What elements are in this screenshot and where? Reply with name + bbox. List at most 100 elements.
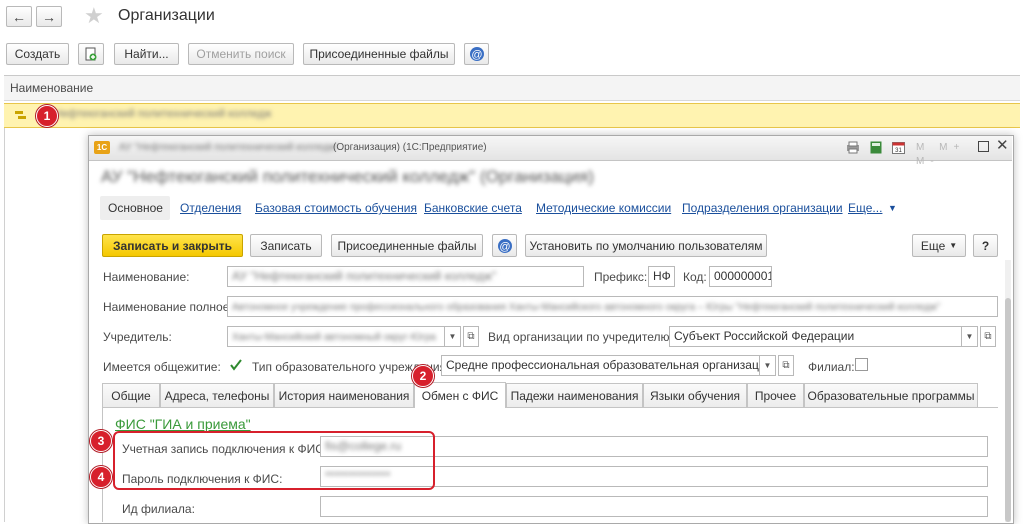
edutype-open-button[interactable]: ⧉	[778, 355, 794, 376]
form-heading: АУ "Нефтеюганский политехнический коллед…	[101, 167, 594, 186]
nav-more-link[interactable]: Еще...	[848, 201, 882, 215]
attached-files-button[interactable]: Присоединенные файлы	[303, 43, 455, 65]
nav-main-label: Основное	[108, 201, 163, 215]
svg-text:@: @	[499, 241, 510, 253]
chevron-down-icon: ▼	[949, 241, 958, 250]
dorm-checkbox[interactable]	[229, 358, 243, 372]
window-maximize-button[interactable]	[978, 141, 989, 152]
code-input[interactable]: 000000001	[709, 266, 772, 287]
titlebar-text: (Организация) (1С:Предприятие)	[333, 142, 487, 153]
create-button[interactable]: Создать	[6, 43, 69, 65]
orgtype-open-button[interactable]: ⧉	[980, 326, 996, 347]
tab-name-cases[interactable]: Падежи наименования	[506, 383, 643, 407]
prefix-input[interactable]: НФ	[648, 266, 675, 287]
set-default-button[interactable]: Установить по умолчанию пользователям	[525, 234, 767, 257]
email-button[interactable]: @	[464, 43, 489, 65]
open-link-icon: ⧉	[467, 331, 475, 342]
window-calc-icon[interactable]	[870, 141, 882, 154]
app-logo-icon: 1С	[94, 141, 110, 154]
tab-general[interactable]: Общие	[102, 383, 160, 407]
find-button[interactable]: Найти...	[114, 43, 179, 65]
cancel-search-button[interactable]: Отменить поиск	[188, 43, 294, 65]
tab-addresses[interactable]: Адреса, телефоны	[160, 383, 274, 407]
window-extra-controls: M M+ M-	[916, 142, 966, 167]
star-icon[interactable]: ★	[84, 3, 104, 29]
list-header: Наименование	[4, 75, 1020, 101]
tree-node-icon	[15, 111, 26, 119]
founder-input[interactable]: Ханты-Мансийский автономный округ-Югра	[227, 326, 445, 347]
save-button[interactable]: Записать	[250, 234, 322, 257]
name-label: Наименование:	[103, 270, 190, 284]
form-attached-files-button[interactable]: Присоединенные файлы	[331, 234, 483, 257]
save-and-close-button[interactable]: Записать и закрыть	[102, 234, 243, 257]
window-print-icon[interactable]	[846, 141, 860, 154]
founder-dropdown-button[interactable]: ▼	[445, 326, 461, 347]
row-text: Нефтеюганский политехнический колледж	[54, 108, 272, 120]
branch-label: Филиал:	[808, 360, 855, 374]
branch-checkbox[interactable]	[855, 358, 868, 371]
form-more-button[interactable]: Еще ▼	[912, 234, 966, 257]
dorm-label: Имеется общежитие:	[103, 360, 221, 374]
founder-open-button[interactable]: ⧉	[463, 326, 479, 347]
chevron-down-icon: ▼	[448, 332, 457, 341]
window-title: Организации	[118, 7, 215, 24]
window-close-icon[interactable]: ✕	[996, 136, 1009, 154]
open-link-icon: ⧉	[984, 331, 992, 342]
help-button[interactable]: ?	[973, 234, 998, 257]
orgtype-dropdown-button[interactable]: ▼	[962, 326, 978, 347]
nav-base-cost-link[interactable]: Базовая стоимость обучения	[255, 201, 417, 215]
name-input[interactable]: АУ "Нефтеюганский политехнический коллед…	[227, 266, 584, 287]
forward-arrow-icon: →	[42, 8, 56, 25]
branch-id-input[interactable]	[320, 496, 988, 517]
form-scrollbar-thumb[interactable]	[1005, 298, 1011, 522]
chevron-down-icon: ▼	[763, 361, 772, 370]
tab-panel-top-border	[102, 407, 998, 408]
at-icon: @	[469, 47, 484, 61]
open-link-icon: ⧉	[782, 360, 790, 371]
name-value: АУ "Нефтеюганский политехнический коллед…	[232, 269, 497, 283]
titlebar-blurred-name: АУ "Нефтеюганский политехнический коллед…	[119, 142, 340, 153]
form-more-label: Еще	[920, 238, 946, 253]
fullname-value: Автономное учреждение профессионального …	[232, 302, 941, 313]
svg-text:@: @	[471, 49, 482, 61]
at-icon: @	[497, 238, 512, 253]
code-label: Код:	[683, 270, 707, 284]
tab-name-history[interactable]: История наименования	[274, 383, 414, 407]
branch-id-label: Ид филиала:	[122, 502, 195, 516]
fis-section-title[interactable]: ФИС "ГИА и приема"	[115, 416, 251, 432]
orgtype-label: Вид организации по учредителю:	[488, 330, 673, 344]
forward-button[interactable]: →	[36, 6, 62, 27]
nav-more-arrow-icon[interactable]: ▼	[888, 203, 897, 213]
edutype-dropdown-button[interactable]: ▼	[760, 355, 776, 376]
tab-programs[interactable]: Образовательные программы	[804, 383, 978, 407]
nav-methodic-link[interactable]: Методические комиссии	[536, 201, 671, 215]
svg-text:31: 31	[895, 148, 902, 154]
tab-other[interactable]: Прочее	[747, 383, 804, 407]
chevron-down-icon: ▼	[965, 332, 974, 341]
marker-3: 3	[90, 430, 112, 452]
checkmark-icon	[230, 359, 242, 371]
nav-main-tab[interactable]: Основное	[100, 196, 170, 220]
marker-1: 1	[36, 105, 58, 127]
add-copy-button[interactable]	[78, 43, 104, 65]
list-row-selected[interactable]: Нефтеюганский политехнический колледж	[4, 103, 1020, 128]
list-left-border	[4, 128, 5, 522]
add-copy-icon	[85, 47, 97, 61]
nav-subdivisions-link[interactable]: Подразделения организации	[682, 201, 843, 215]
nav-bank-accounts-link[interactable]: Банковские счета	[424, 201, 522, 215]
column-header-name[interactable]: Наименование	[10, 81, 93, 95]
orgtype-input[interactable]: Субъект Российской Федерации	[669, 326, 962, 347]
fullname-label: Наименование полное:	[103, 300, 233, 314]
nav-departments-link[interactable]: Отделения	[180, 201, 241, 215]
back-arrow-icon: ←	[12, 8, 26, 25]
fullname-input[interactable]: Автономное учреждение профессионального …	[227, 296, 998, 317]
form-email-button[interactable]: @	[492, 234, 517, 257]
tab-languages[interactable]: Языки обучения	[643, 383, 747, 407]
marker-2: 2	[412, 365, 434, 387]
founder-value: Ханты-Мансийский автономный округ-Югра	[232, 332, 436, 343]
window-calendar-icon[interactable]: 31	[892, 141, 905, 154]
back-button[interactable]: ←	[6, 6, 32, 27]
tab-panel-left-border	[102, 408, 103, 522]
marker-4: 4	[90, 466, 112, 488]
edutype-input[interactable]: Средне профессиональная образовательная …	[441, 355, 760, 376]
